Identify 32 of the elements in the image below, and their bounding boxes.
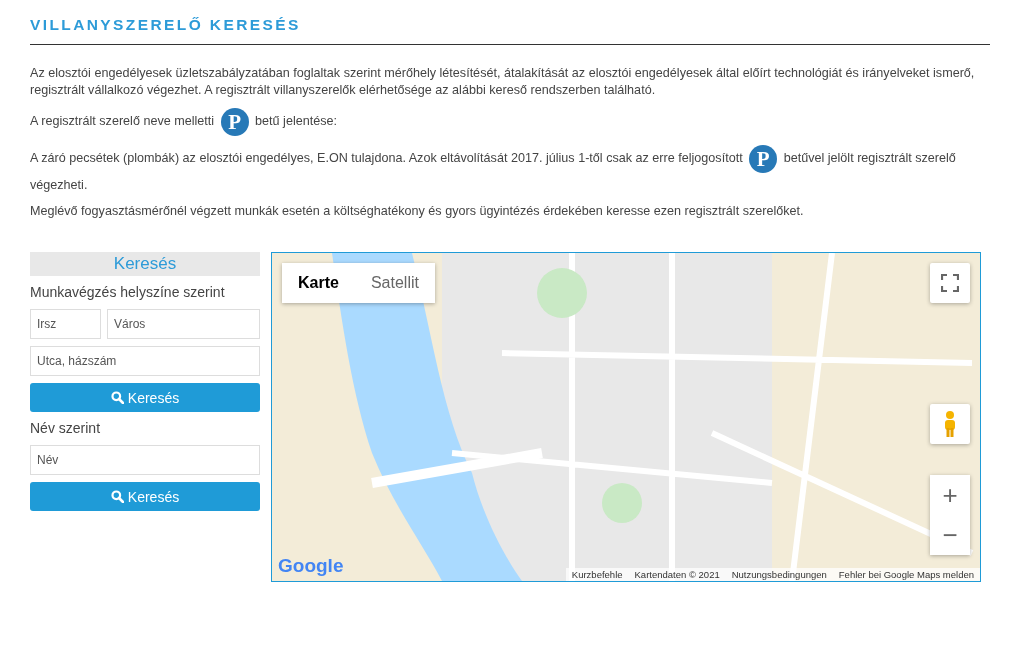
person-icon <box>942 410 958 438</box>
paragraph: Az elosztói engedélyesek üzletszabályzatában foglaltak szerint mérőhely létesítését, átalakítását az elosztói engedélyesek által előírt technológiát és irányelveket ismerő, regisztrált vállalkozó végezhet. A regisztrált villanyszerelők elérhetősége az alábbi kereső rendszerben található. <box>30 65 976 99</box>
section-label: Név szerint <box>30 420 102 436</box>
fullscreen-icon <box>941 274 959 292</box>
p-badge-icon: P <box>220 108 249 136</box>
street-field[interactable]: Utca, házszám <box>30 346 260 376</box>
map-type-tab[interactable]: Satellit <box>354 263 435 303</box>
map-type-tab[interactable]: Karte <box>282 263 355 303</box>
p-badge-icon: P <box>749 145 778 173</box>
page-title: VILLANYSZERELŐ KERESÉS <box>30 16 302 35</box>
map-footer-link[interactable]: Kurzbefehle <box>571 569 623 580</box>
paragraph-text: betűvel jelölt regisztrált szerelő <box>783 151 956 166</box>
zoom-in-button[interactable]: + <box>930 475 970 515</box>
zoom-out-button[interactable]: − <box>930 515 970 555</box>
search-title: Keresés <box>30 252 260 276</box>
search-icon <box>110 391 124 404</box>
paragraph-text: A regisztrált szerelő neve melletti <box>30 114 215 129</box>
section-label: Munkavégzés helyszíne szerint <box>30 284 226 300</box>
map-footer-link[interactable]: Fehler bei Google Maps melden <box>838 569 974 580</box>
paragraph: Meglévő fogyasztásmérőnél végzett munkák esetén a költséghatékony és gyors ügyintézés érdekében keresse ezen regisztrált szerelőket. <box>30 203 805 220</box>
city-field[interactable]: Város <box>107 309 260 339</box>
search-icon <box>110 490 124 503</box>
name-field[interactable]: Név <box>30 445 260 475</box>
map-logo: Google <box>278 555 344 577</box>
fullscreen-button[interactable] <box>930 263 970 303</box>
paragraph-text: végezheti. <box>30 177 88 194</box>
paragraph-text: betű jelentése: <box>255 114 337 129</box>
paragraph-text: A záró pecsétek (plombák) az elosztói engedélyes, E.ON tulajdona. Azok eltávolítását 2017. július 1-től csak az erre feljogosított <box>30 151 743 166</box>
map-footer-link[interactable]: Kartendaten © 2021 <box>634 569 720 580</box>
map-footer-link[interactable]: Nutzungsbedingungen <box>731 569 827 580</box>
zip-field[interactable]: Irsz <box>30 309 101 339</box>
street-view-button[interactable] <box>930 404 970 444</box>
